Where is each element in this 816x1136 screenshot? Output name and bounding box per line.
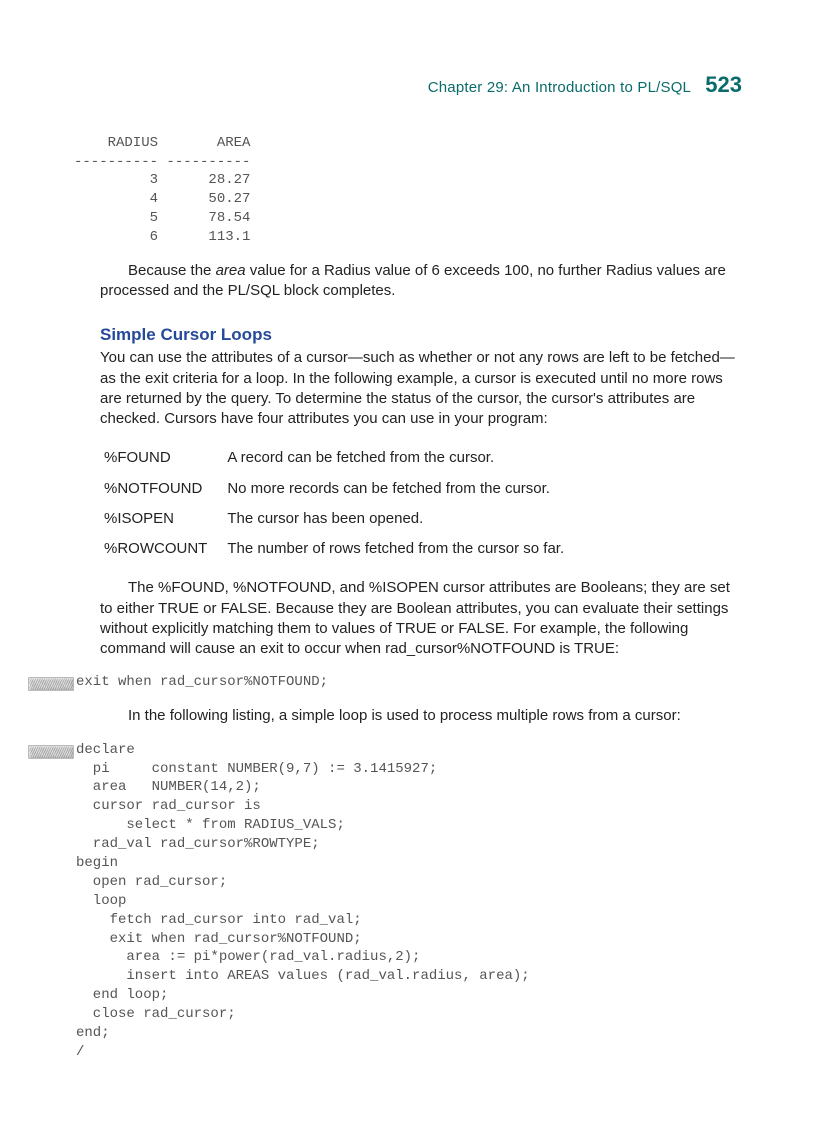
table-row: %ROWCOUNT The number of rows fetched fro… xyxy=(104,534,584,564)
page: Chapter 29: An Introduction to PL/SQL 52… xyxy=(0,0,816,1136)
area-italic: area xyxy=(216,262,246,279)
attr-desc: The number of rows fetched from the curs… xyxy=(227,534,584,564)
code-row-exit-when: exit when rad_cursor%NOTFOUND; xyxy=(28,673,742,692)
attr-desc: No more records can be fetched from the … xyxy=(227,474,584,504)
output-table: RADIUS AREA ---------- ---------- 3 28.2… xyxy=(74,134,742,247)
page-number: 523 xyxy=(705,72,742,97)
code-exit-when: exit when rad_cursor%NOTFOUND; xyxy=(76,673,328,692)
heading-simple-cursor-loops: Simple Cursor Loops xyxy=(100,324,742,347)
chapter-label: Chapter 29: An Introduction to PL/SQL xyxy=(428,79,691,96)
running-head: Chapter 29: An Introduction to PL/SQL 52… xyxy=(74,70,742,100)
paragraph-cursor-attributes-intro: You can use the attributes of a cursor—s… xyxy=(100,348,742,429)
code-marker-icon xyxy=(28,745,74,759)
table-row: %FOUND A record can be fetched from the … xyxy=(104,443,584,473)
table-row: %NOTFOUND No more records can be fetched… xyxy=(104,474,584,504)
table-row: %ISOPEN The cursor has been opened. xyxy=(104,504,584,534)
paragraph-boolean-attrs: The %FOUND, %NOTFOUND, and %ISOPEN curso… xyxy=(100,578,742,659)
code-declare-block: declare pi constant NUMBER(9,7) := 3.141… xyxy=(76,741,530,1062)
attr-name: %ISOPEN xyxy=(104,504,227,534)
code-row-declare-block: declare pi constant NUMBER(9,7) := 3.141… xyxy=(28,741,742,1062)
cursor-attributes-table: %FOUND A record can be fetched from the … xyxy=(104,443,584,564)
attr-name: %NOTFOUND xyxy=(104,474,227,504)
attr-desc: A record can be fetched from the cursor. xyxy=(227,443,584,473)
paragraph-area-exceeds: Because the area value for a Radius valu… xyxy=(100,261,742,302)
code-marker-icon xyxy=(28,677,74,691)
paragraph-loop-intro: In the following listing, a simple loop … xyxy=(100,706,742,726)
text: Because the xyxy=(128,262,216,279)
attr-desc: The cursor has been opened. xyxy=(227,504,584,534)
attr-name: %ROWCOUNT xyxy=(104,534,227,564)
attr-name: %FOUND xyxy=(104,443,227,473)
